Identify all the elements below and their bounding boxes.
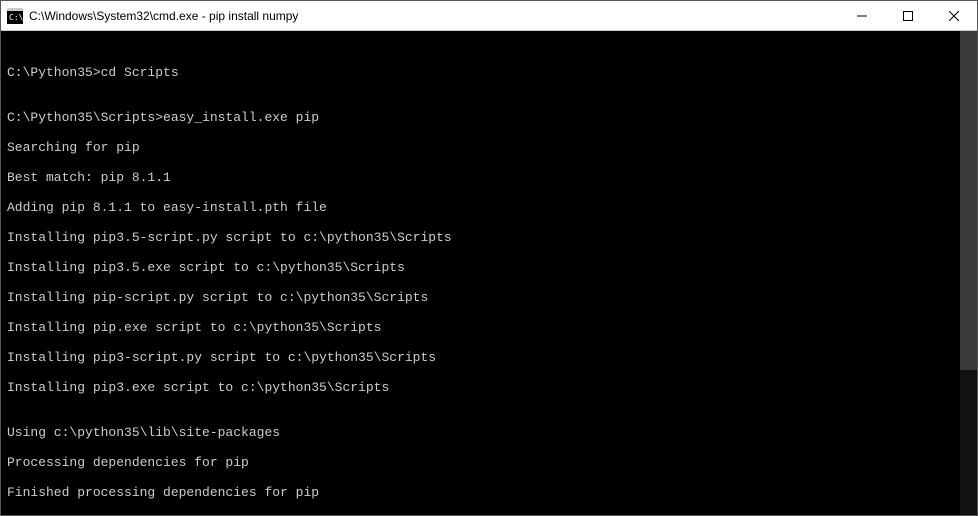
output-line: Installing pip.exe script to c:\python35… bbox=[7, 320, 971, 335]
minimize-button[interactable] bbox=[839, 1, 885, 30]
close-button[interactable] bbox=[931, 1, 977, 30]
output-line: C:\Python35>cd Scripts bbox=[7, 65, 971, 80]
output-line: Installing pip3.5-script.py script to c:… bbox=[7, 230, 971, 245]
output-line: Best match: pip 8.1.1 bbox=[7, 170, 971, 185]
output-line: C:\Python35\Scripts>easy_install.exe pip bbox=[7, 110, 971, 125]
output-line: Finished processing dependencies for pip bbox=[7, 485, 971, 500]
title-bar[interactable]: C:\ C:\Windows\System32\cmd.exe - pip in… bbox=[1, 1, 977, 31]
window-title: C:\Windows\System32\cmd.exe - pip instal… bbox=[29, 9, 839, 23]
terminal-output[interactable]: C:\Python35>cd Scripts C:\Python35\Scrip… bbox=[1, 31, 977, 515]
vertical-scrollbar[interactable] bbox=[960, 31, 977, 515]
output-line: Installing pip3.exe script to c:\python3… bbox=[7, 380, 971, 395]
svg-text:C:\: C:\ bbox=[9, 13, 23, 22]
output-line: Installing pip3-script.py script to c:\p… bbox=[7, 350, 971, 365]
output-line: Processing dependencies for pip bbox=[7, 455, 971, 470]
output-line: Using c:\python35\lib\site-packages bbox=[7, 425, 971, 440]
cmd-icon: C:\ bbox=[7, 8, 23, 24]
output-line: Adding pip 8.1.1 to easy-install.pth fil… bbox=[7, 200, 971, 215]
window-controls bbox=[839, 1, 977, 30]
output-line: Searching for pip bbox=[7, 140, 971, 155]
output-line: Installing pip3.5.exe script to c:\pytho… bbox=[7, 260, 971, 275]
scrollbar-thumb[interactable] bbox=[960, 31, 977, 370]
output-line: Installing pip-script.py script to c:\py… bbox=[7, 290, 971, 305]
maximize-button[interactable] bbox=[885, 1, 931, 30]
